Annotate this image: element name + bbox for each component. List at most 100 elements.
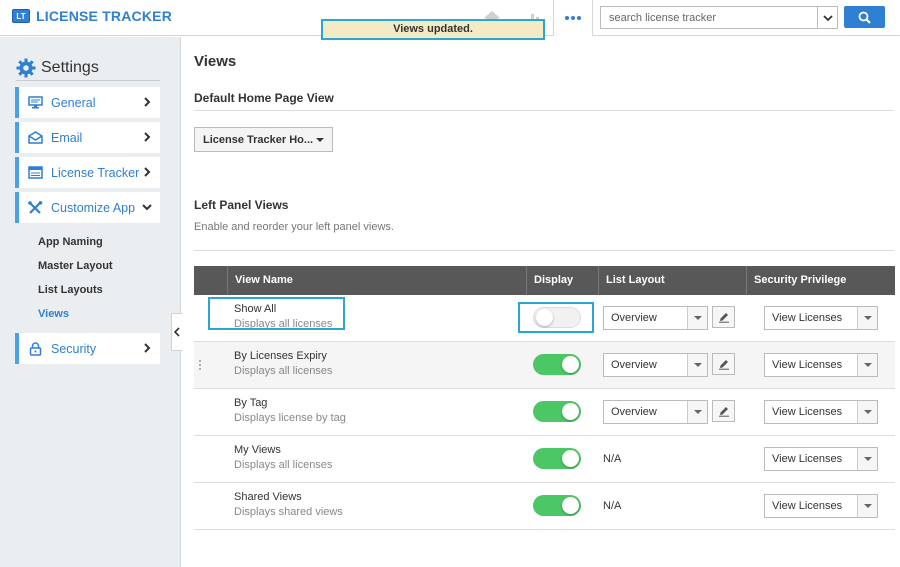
edit-layout-button[interactable]	[712, 353, 735, 375]
sidebar-item-general[interactable]: General	[15, 87, 160, 118]
view-name: By Licenses Expiry	[234, 350, 327, 362]
security-privilege-value: View Licenses	[772, 500, 843, 512]
display-toggle[interactable]	[533, 448, 581, 469]
dot	[577, 16, 581, 20]
toggle-knob	[562, 403, 579, 420]
chevron-down-icon	[822, 14, 833, 21]
list-layout-select[interactable]: Overview	[603, 400, 708, 424]
sidebar-item-license-tracker[interactable]: License Tracker	[15, 157, 160, 188]
column-security-privilege: Security Privilege	[746, 266, 895, 295]
list-layout-value: Overview	[611, 312, 657, 324]
subitem-list-layouts[interactable]: List Layouts	[38, 284, 103, 296]
display-toggle[interactable]	[533, 401, 581, 422]
sidebar-item-security[interactable]: Security	[15, 333, 160, 364]
chevron-down-icon	[142, 204, 152, 211]
drag-column-header	[194, 266, 227, 295]
chevron-right-icon	[144, 132, 151, 142]
security-privilege-select[interactable]: View Licenses	[764, 400, 878, 424]
app-logo[interactable]: LT LICENSE TRACKER	[12, 8, 172, 24]
security-privilege-select[interactable]: View Licenses	[764, 353, 878, 377]
security-privilege-select[interactable]: View Licenses	[764, 447, 878, 471]
sidebar-item-label: Security	[51, 341, 97, 356]
sidebar-item-customize-app[interactable]: Customize App	[15, 192, 160, 223]
left-panel-description: Enable and reorder your left panel views…	[194, 221, 394, 233]
sidebar-item-label: General	[51, 95, 96, 110]
dropdown-arrow-icon	[687, 354, 707, 376]
chevron-right-icon	[144, 167, 151, 177]
tools-icon	[27, 200, 43, 215]
toggle-knob	[562, 450, 579, 467]
settings-heading: Settings	[16, 55, 160, 81]
drag-handle-icon[interactable]	[199, 360, 202, 372]
logo-badge: LT	[12, 9, 30, 23]
view-name: Shared Views	[234, 491, 302, 503]
toggle-knob	[562, 497, 579, 514]
pencil-icon	[718, 360, 729, 370]
gear-icon	[16, 58, 36, 77]
default-home-heading: Default Home Page View	[194, 91, 334, 105]
view-description: Displays all licenses	[234, 365, 333, 377]
page-title: Views	[194, 53, 237, 70]
dropdown-arrow-icon	[687, 401, 707, 423]
table-row: By Licenses Expiry Displays all licenses…	[194, 342, 895, 389]
subitem-views[interactable]: Views	[38, 308, 69, 320]
security-privilege-select[interactable]: View Licenses	[764, 494, 878, 518]
search-button[interactable]	[844, 6, 885, 28]
sidebar-item-label: Customize App	[51, 200, 136, 215]
list-layout-na: N/A	[603, 500, 622, 512]
column-display: Display	[526, 266, 598, 295]
security-privilege-value: View Licenses	[772, 359, 843, 371]
sidebar-item-label: Email	[51, 130, 83, 145]
more-menu-button[interactable]	[553, 0, 593, 36]
settings-label: Settings	[41, 58, 99, 76]
chevron-right-icon	[144, 343, 151, 353]
pencil-icon	[718, 407, 729, 417]
view-description: Displays all licenses	[234, 459, 333, 471]
list-layout-select[interactable]: Overview	[603, 353, 708, 377]
dropdown-arrow-icon	[687, 307, 707, 329]
view-description: Displays shared views	[234, 506, 343, 518]
dropdown-arrow-icon	[857, 495, 877, 517]
edit-layout-button[interactable]	[712, 400, 735, 422]
edit-layout-button[interactable]	[712, 306, 735, 328]
dropdown-arrow-icon	[857, 448, 877, 470]
list-layout-na: N/A	[603, 453, 622, 465]
toggle-knob	[562, 356, 579, 373]
caret-down-icon	[316, 138, 324, 142]
subitem-master-layout[interactable]: Master Layout	[38, 260, 113, 272]
table-row: By Tag Displays license by tag Overview …	[194, 389, 895, 436]
search-icon	[858, 11, 871, 24]
search-scope-dropdown[interactable]	[818, 6, 838, 29]
pencil-icon	[718, 313, 729, 323]
sidebar-item-email[interactable]: Email	[15, 122, 160, 153]
security-privilege-value: View Licenses	[772, 453, 843, 465]
monitor-icon	[27, 96, 43, 110]
dropdown-arrow-icon	[857, 401, 877, 423]
security-privilege-value: View Licenses	[772, 312, 843, 324]
divider	[194, 250, 894, 251]
chevron-right-icon	[144, 97, 151, 107]
subitem-app-naming[interactable]: App Naming	[38, 236, 103, 248]
column-view-name: View Name	[227, 266, 526, 295]
list-layout-value: Overview	[611, 406, 657, 418]
search-input[interactable]	[600, 6, 818, 29]
list-window-icon	[27, 166, 43, 180]
display-toggle[interactable]	[533, 495, 581, 516]
list-layout-select[interactable]: Overview	[603, 306, 708, 330]
security-privilege-select[interactable]: View Licenses	[764, 306, 878, 330]
dropdown-arrow-icon	[857, 307, 877, 329]
highlight-show-all	[208, 297, 345, 330]
envelope-icon	[27, 131, 43, 145]
sidebar-item-label: License Tracker	[51, 165, 140, 180]
default-home-view-dropdown[interactable]: License Tracker Ho...	[194, 127, 333, 152]
highlight-display-toggle	[518, 302, 594, 333]
display-toggle[interactable]	[533, 354, 581, 375]
list-layout-value: Overview	[611, 359, 657, 371]
collapse-sidebar-button[interactable]	[171, 313, 182, 351]
table-row: Shared Views Displays shared views N/A V…	[194, 483, 895, 530]
status-toast: Views updated.	[321, 19, 545, 40]
column-list-layout: List Layout	[598, 266, 746, 295]
lock-icon	[27, 341, 43, 356]
dropdown-arrow-icon	[857, 354, 877, 376]
view-name: My Views	[234, 444, 281, 456]
